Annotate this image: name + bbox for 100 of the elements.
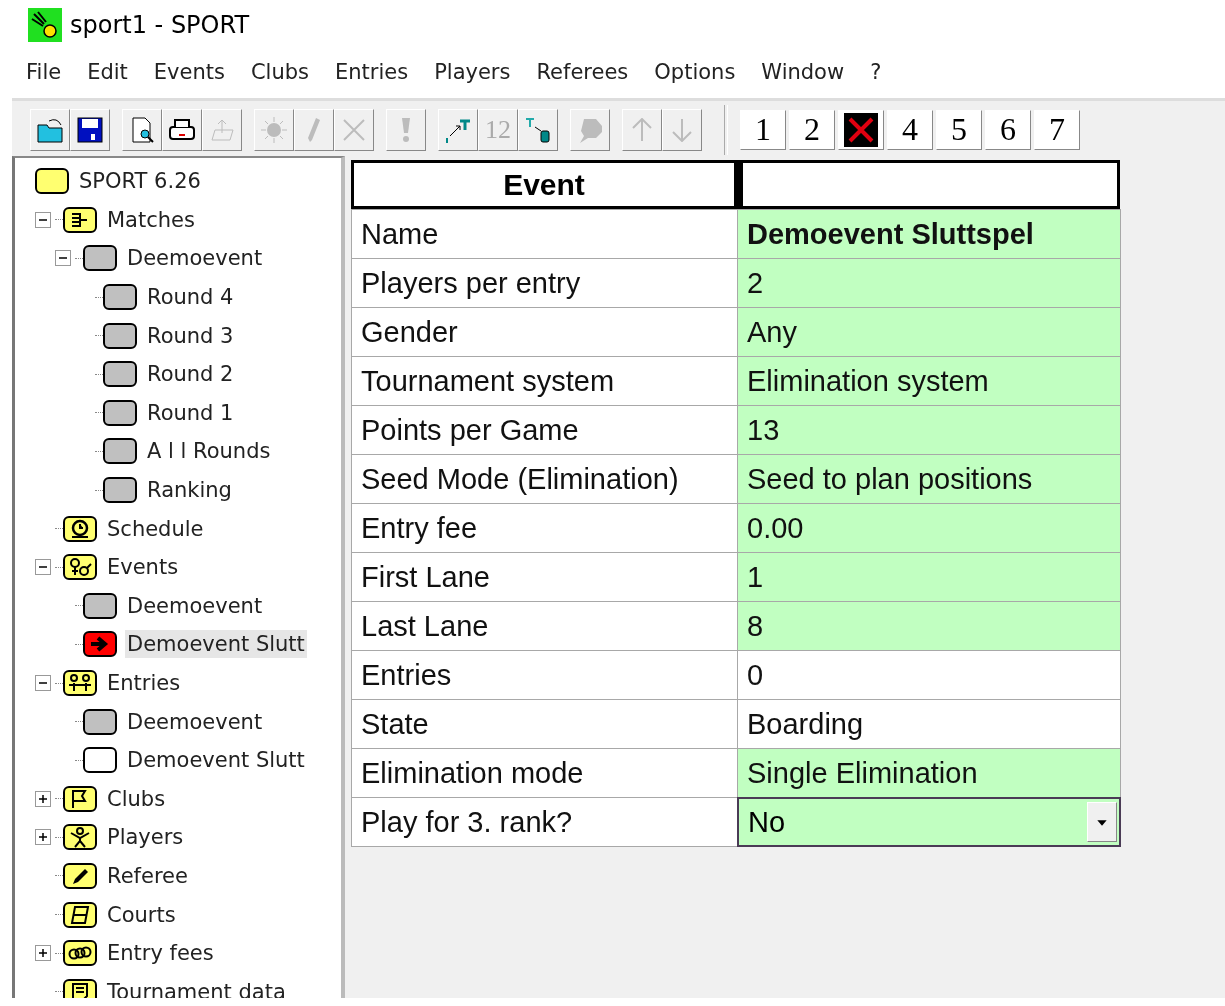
row-label: Gender bbox=[351, 307, 738, 357]
tree-item[interactable]: SPORT 6.26 bbox=[77, 167, 203, 196]
value-cell[interactable]: 13 bbox=[737, 405, 1121, 455]
person-icon bbox=[63, 824, 97, 851]
collapse-icon[interactable] bbox=[35, 559, 51, 576]
menu-item[interactable]: Window bbox=[761, 60, 845, 90]
tree-item[interactable]: Players bbox=[105, 823, 186, 852]
toolbar-button[interactable] bbox=[518, 108, 558, 151]
gender-icon bbox=[63, 554, 97, 581]
value-cell[interactable]: Any bbox=[737, 307, 1121, 357]
tree-item[interactable]: Entries bbox=[105, 669, 183, 697]
sun-icon bbox=[259, 114, 289, 145]
tree-item[interactable]: Courts bbox=[105, 900, 178, 929]
dropdown-value: No bbox=[748, 805, 786, 839]
expand-icon[interactable] bbox=[35, 790, 51, 807]
folder-icon bbox=[83, 708, 117, 735]
row-label: Entries bbox=[351, 650, 738, 700]
menu-item[interactable]: Edit bbox=[87, 60, 128, 90]
folder-icon bbox=[83, 592, 117, 619]
tree-item[interactable]: Round 4 bbox=[145, 283, 236, 312]
menu-item[interactable]: Clubs bbox=[250, 60, 309, 90]
value-cell[interactable]: 1 bbox=[737, 552, 1121, 602]
row-label: Elimination mode bbox=[351, 748, 738, 798]
window-title: sport1 - SPORT bbox=[70, 11, 250, 39]
value-cell[interactable]: 8 bbox=[737, 601, 1121, 651]
value-cell: Boarding bbox=[737, 699, 1121, 749]
down-arrow-icon bbox=[672, 117, 692, 142]
row-label: Entry fee bbox=[351, 503, 738, 553]
folder-icon bbox=[103, 361, 137, 388]
court-icon bbox=[63, 901, 97, 928]
tree-item[interactable]: Deemoevent bbox=[125, 591, 265, 620]
expand-icon[interactable] bbox=[35, 829, 51, 846]
toolbar-button[interactable] bbox=[30, 108, 70, 151]
tree-item[interactable]: Demoevent Slutt bbox=[125, 746, 307, 775]
tree-item[interactable]: Ranking bbox=[145, 476, 234, 505]
collapse-icon[interactable] bbox=[35, 675, 51, 691]
value-cell[interactable]: Single Elimination bbox=[737, 748, 1121, 798]
save-icon bbox=[75, 114, 105, 145]
window-button[interactable] bbox=[838, 109, 884, 150]
pen-icon bbox=[63, 863, 97, 889]
tree-item[interactable]: A l l Rounds bbox=[145, 437, 273, 466]
menu-item[interactable]: Players bbox=[434, 60, 511, 90]
collapse-icon[interactable] bbox=[55, 250, 71, 267]
exclamation-icon bbox=[400, 116, 412, 143]
window-button[interactable]: 1 bbox=[740, 109, 786, 150]
tree-item[interactable]: Demoevent Slutt bbox=[125, 630, 307, 659]
window-button[interactable]: 2 bbox=[789, 109, 835, 150]
coins-icon bbox=[63, 940, 97, 967]
tree-item[interactable]: Deemoevent bbox=[125, 707, 265, 736]
tree-item[interactable]: Referee bbox=[105, 862, 190, 890]
app-icon bbox=[28, 8, 62, 42]
up-arrow-icon bbox=[632, 117, 652, 142]
folder-icon bbox=[83, 747, 117, 774]
toolbar-button[interactable] bbox=[162, 108, 202, 151]
row-label: Players per entry bbox=[351, 258, 738, 308]
value-cell: 0 bbox=[737, 650, 1121, 700]
window-button[interactable]: 5 bbox=[936, 109, 982, 150]
flag-icon bbox=[63, 785, 97, 812]
dropdown-field[interactable]: No bbox=[737, 797, 1121, 847]
expand-icon[interactable] bbox=[35, 945, 51, 962]
tree-item[interactable]: Clubs bbox=[105, 784, 168, 813]
collapse-icon[interactable] bbox=[35, 211, 51, 228]
menu-item[interactable]: File bbox=[26, 60, 62, 90]
tree-item[interactable]: Round 2 bbox=[145, 360, 236, 389]
row-label: Tournament system bbox=[351, 356, 738, 406]
menu-item[interactable]: Referees bbox=[536, 60, 629, 90]
clock-icon bbox=[63, 515, 97, 542]
toolbar-button[interactable] bbox=[122, 108, 162, 151]
tree-item[interactable]: Deemoevent bbox=[125, 244, 265, 273]
bracket-icon bbox=[63, 206, 97, 233]
tree-item[interactable]: Round 1 bbox=[145, 398, 236, 427]
tree-item[interactable]: Schedule bbox=[105, 514, 206, 543]
window-button[interactable]: 4 bbox=[887, 109, 933, 150]
row-label: Play for 3. rank? bbox=[351, 797, 738, 847]
value-cell[interactable]: 2 bbox=[737, 258, 1121, 308]
tree-item[interactable]: Matches bbox=[105, 205, 197, 234]
menu-item[interactable]: Events bbox=[153, 60, 225, 90]
row-label: First Lane bbox=[351, 552, 738, 602]
folder-icon bbox=[103, 399, 137, 426]
menu-item[interactable]: Options bbox=[654, 60, 736, 90]
row-label: State bbox=[351, 699, 738, 749]
value-cell[interactable]: Elimination system bbox=[737, 356, 1121, 406]
window-button[interactable]: 6 bbox=[985, 109, 1031, 150]
document-icon bbox=[63, 978, 97, 998]
close-icon bbox=[844, 112, 878, 147]
tree-item[interactable]: Events bbox=[105, 553, 181, 582]
value-cell[interactable]: 0.00 bbox=[737, 503, 1121, 553]
value-cell[interactable]: Demoevent Sluttspel bbox=[737, 209, 1121, 259]
folder-icon bbox=[103, 322, 137, 349]
column-header: Event bbox=[351, 160, 737, 209]
row-label: Last Lane bbox=[351, 601, 738, 651]
window-button[interactable]: 7 bbox=[1034, 109, 1080, 150]
toolbar-button[interactable] bbox=[70, 108, 110, 151]
tree-item[interactable]: Round 3 bbox=[145, 321, 236, 350]
menu-item[interactable]: Entries bbox=[335, 60, 409, 90]
row-label: Points per Game bbox=[351, 405, 738, 455]
pen-icon bbox=[307, 116, 321, 143]
menu-item[interactable]: ? bbox=[870, 60, 882, 90]
value-cell[interactable]: Seed to plan positions bbox=[737, 454, 1121, 504]
tree-item[interactable]: Entry fees bbox=[105, 939, 216, 968]
